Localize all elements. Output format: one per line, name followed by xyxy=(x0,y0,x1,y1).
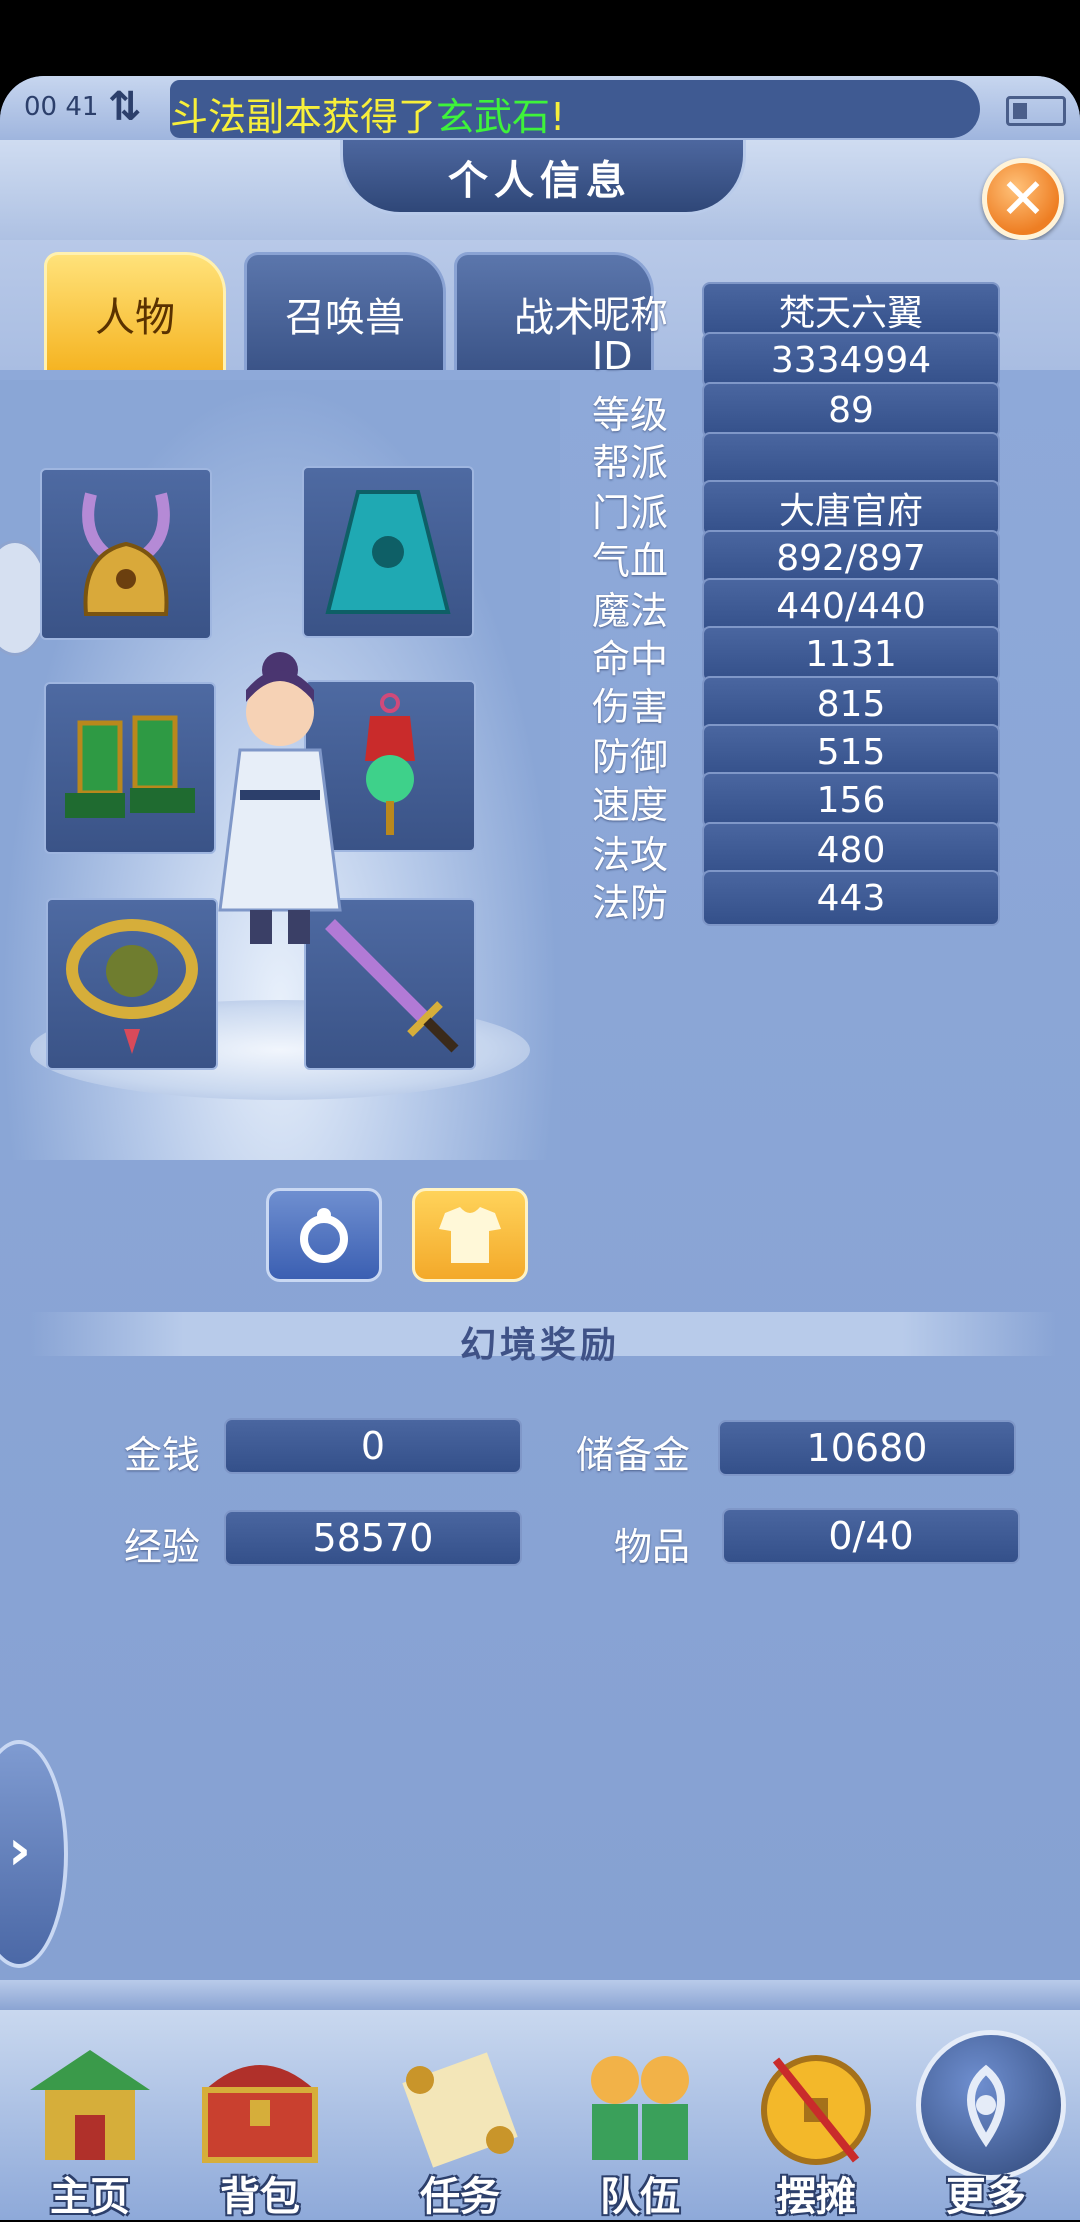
nav-stall-label: 摆摊 xyxy=(776,2174,856,2220)
armor-icon xyxy=(439,1207,501,1263)
character-avatar xyxy=(218,652,342,944)
reward-label-exp: 经验 xyxy=(124,1525,201,1569)
nav-more[interactable]: 更多 xyxy=(906,2040,1066,2220)
stat-value-level: 89 xyxy=(702,382,1000,438)
chevron-right-icon: › xyxy=(8,1818,32,1883)
armor-toggle-button[interactable] xyxy=(412,1188,528,1282)
pavilion-icon xyxy=(20,2040,160,2170)
reward-section-title: 幻境奖励 xyxy=(459,1325,620,1366)
close-button[interactable]: ✕ xyxy=(982,158,1064,240)
stat-label-magic-defense: 法防 xyxy=(592,881,669,925)
stat-value-speed: 156 xyxy=(702,772,1000,828)
reward-value-money: 0 xyxy=(224,1418,522,1474)
coin-icon xyxy=(746,2040,886,2170)
data-transfer-icon: ⇅ xyxy=(108,84,142,130)
stat-value-id: 3334994 xyxy=(702,332,1000,388)
stat-label-speed: 速度 xyxy=(592,783,669,827)
reward-value-reserve: 10680 xyxy=(718,1420,1016,1476)
clock: 00 41 xyxy=(24,92,99,122)
marquee-item: 玄武石 xyxy=(436,95,551,138)
equip-slot-helmet[interactable] xyxy=(40,468,212,640)
reward-value-items: 0/40 xyxy=(722,1508,1020,1564)
stat-label-hit: 命中 xyxy=(592,637,669,681)
reward-value-exp: 58570 xyxy=(224,1510,522,1566)
page-title: 个人信息 xyxy=(448,158,632,204)
team-icon xyxy=(570,2040,710,2170)
reward-label-money: 金钱 xyxy=(124,1433,201,1477)
scroll-icon xyxy=(390,2040,530,2170)
nav-home[interactable]: 主页 xyxy=(10,2040,170,2220)
nav-quest[interactable]: 任务 xyxy=(380,2040,540,2220)
nav-home-label: 主页 xyxy=(50,2174,130,2220)
stat-label-damage: 伤害 xyxy=(592,685,669,729)
battery-icon xyxy=(1006,96,1066,126)
broadcast-marquee: 斗法副本获得了玄武石! xyxy=(170,80,980,138)
more-icon xyxy=(916,2040,1056,2170)
equip-slot-cape[interactable] xyxy=(302,466,474,638)
nav-bag-label: 背包 xyxy=(220,2174,300,2220)
marquee-suffix: ! xyxy=(550,95,566,138)
marquee-text: 斗法副本获得了玄武石! xyxy=(170,86,565,138)
ring-toggle-icon xyxy=(300,1208,348,1263)
accessory-toggle-button[interactable] xyxy=(266,1188,382,1282)
stat-label-magic-attack: 法攻 xyxy=(592,833,669,877)
stat-value-nickname: 梵天六翼 xyxy=(702,282,1000,338)
boots-icon xyxy=(65,715,195,818)
stat-value-sect: 大唐官府 xyxy=(702,480,1000,536)
ring-icon xyxy=(66,919,198,1054)
stat-label-id: ID xyxy=(592,334,633,378)
nav-more-label: 更多 xyxy=(946,2174,1026,2220)
stat-label-level: 等级 xyxy=(592,393,669,437)
reward-label-items: 物品 xyxy=(614,1525,691,1569)
close-icon: ✕ xyxy=(999,166,1047,232)
stat-label-sect: 门派 xyxy=(592,491,669,535)
stat-label-hp: 气血 xyxy=(592,539,669,583)
stat-value-magic-defense: 443 xyxy=(702,870,1000,926)
nav-team-label: 队伍 xyxy=(600,2174,680,2220)
nav-stall[interactable]: 摆摊 xyxy=(736,2040,896,2220)
stat-label-guild: 帮派 xyxy=(592,441,669,485)
equip-slot-ring[interactable] xyxy=(46,898,218,1070)
tab-character[interactable]: 人物 xyxy=(44,252,226,373)
nav-team[interactable]: 队伍 xyxy=(560,2040,720,2220)
helmet-icon xyxy=(82,492,170,616)
stat-label-defense: 防御 xyxy=(592,735,669,779)
stat-value-hit: 1131 xyxy=(702,626,1000,682)
marquee-prefix: 斗法副本获得了 xyxy=(170,95,437,138)
treasure-chest-icon xyxy=(190,2040,330,2170)
stat-label-nickname: 昵称 xyxy=(592,293,669,337)
reward-label-reserve: 储备金 xyxy=(576,1433,691,1477)
cape-icon xyxy=(325,490,451,614)
nav-bag[interactable]: 背包 xyxy=(180,2040,340,2220)
tab-summon[interactable]: 召唤兽 xyxy=(244,252,446,373)
bottom-strip xyxy=(0,1980,1080,2010)
nav-quest-label: 任务 xyxy=(420,2174,500,2220)
stat-label-mp: 魔法 xyxy=(592,589,669,633)
equip-slot-boots[interactable] xyxy=(44,682,216,854)
